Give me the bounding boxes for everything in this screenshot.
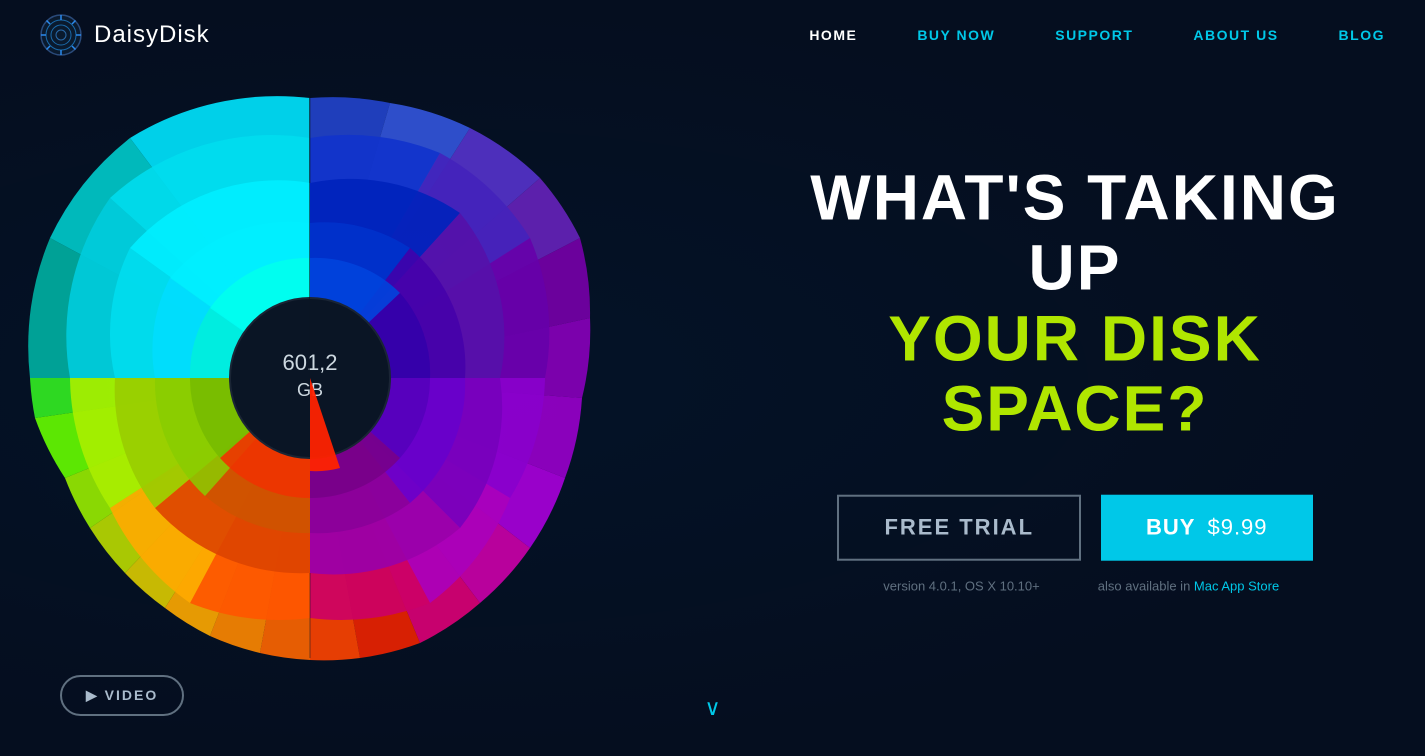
app-store-info: also available in Mac App Store (1085, 578, 1292, 593)
buy-button[interactable]: BUY $9.99 (1101, 494, 1313, 560)
hero-title-line2: YOUR DISK SPACE? (785, 304, 1365, 445)
nav-buy-now[interactable]: BUY NOW (917, 27, 995, 43)
buy-label: BUY (1146, 514, 1195, 540)
logo-area: DaisyDisk (40, 14, 809, 56)
buy-price: $9.99 (1207, 514, 1267, 540)
scroll-down-arrow[interactable]: ∨ (704, 695, 720, 721)
hero-title-line1: WHAT'S TAKING UP (785, 163, 1365, 304)
disk-visualization: 601,2 GB (0, 38, 650, 718)
nav-links: HOME BUY NOW SUPPORT ABOUT US BLOG (809, 27, 1385, 43)
nav-home[interactable]: HOME (809, 27, 857, 43)
video-button[interactable]: ▶ VIDEO (60, 675, 184, 716)
cta-buttons: FREE TRIAL BUY $9.99 (785, 494, 1365, 560)
nav-support[interactable]: SUPPORT (1055, 27, 1133, 43)
hero-content: WHAT'S TAKING UP YOUR DISK SPACE? FREE T… (785, 163, 1365, 594)
logo-icon (40, 14, 82, 56)
nav-about-us[interactable]: ABOUT US (1193, 27, 1278, 43)
logo-text: DaisyDisk (94, 21, 210, 49)
app-store-prefix: also available in (1098, 578, 1194, 593)
version-info: version 4.0.1, OS X 10.10+ (858, 578, 1065, 593)
navbar: DaisyDisk HOME BUY NOW SUPPORT ABOUT US … (0, 0, 1425, 70)
cta-subtitles: version 4.0.1, OS X 10.10+ also availabl… (785, 578, 1365, 593)
nav-blog[interactable]: BLOG (1339, 27, 1385, 43)
free-trial-button[interactable]: FREE TRIAL (837, 494, 1081, 560)
app-store-link[interactable]: Mac App Store (1194, 578, 1279, 593)
